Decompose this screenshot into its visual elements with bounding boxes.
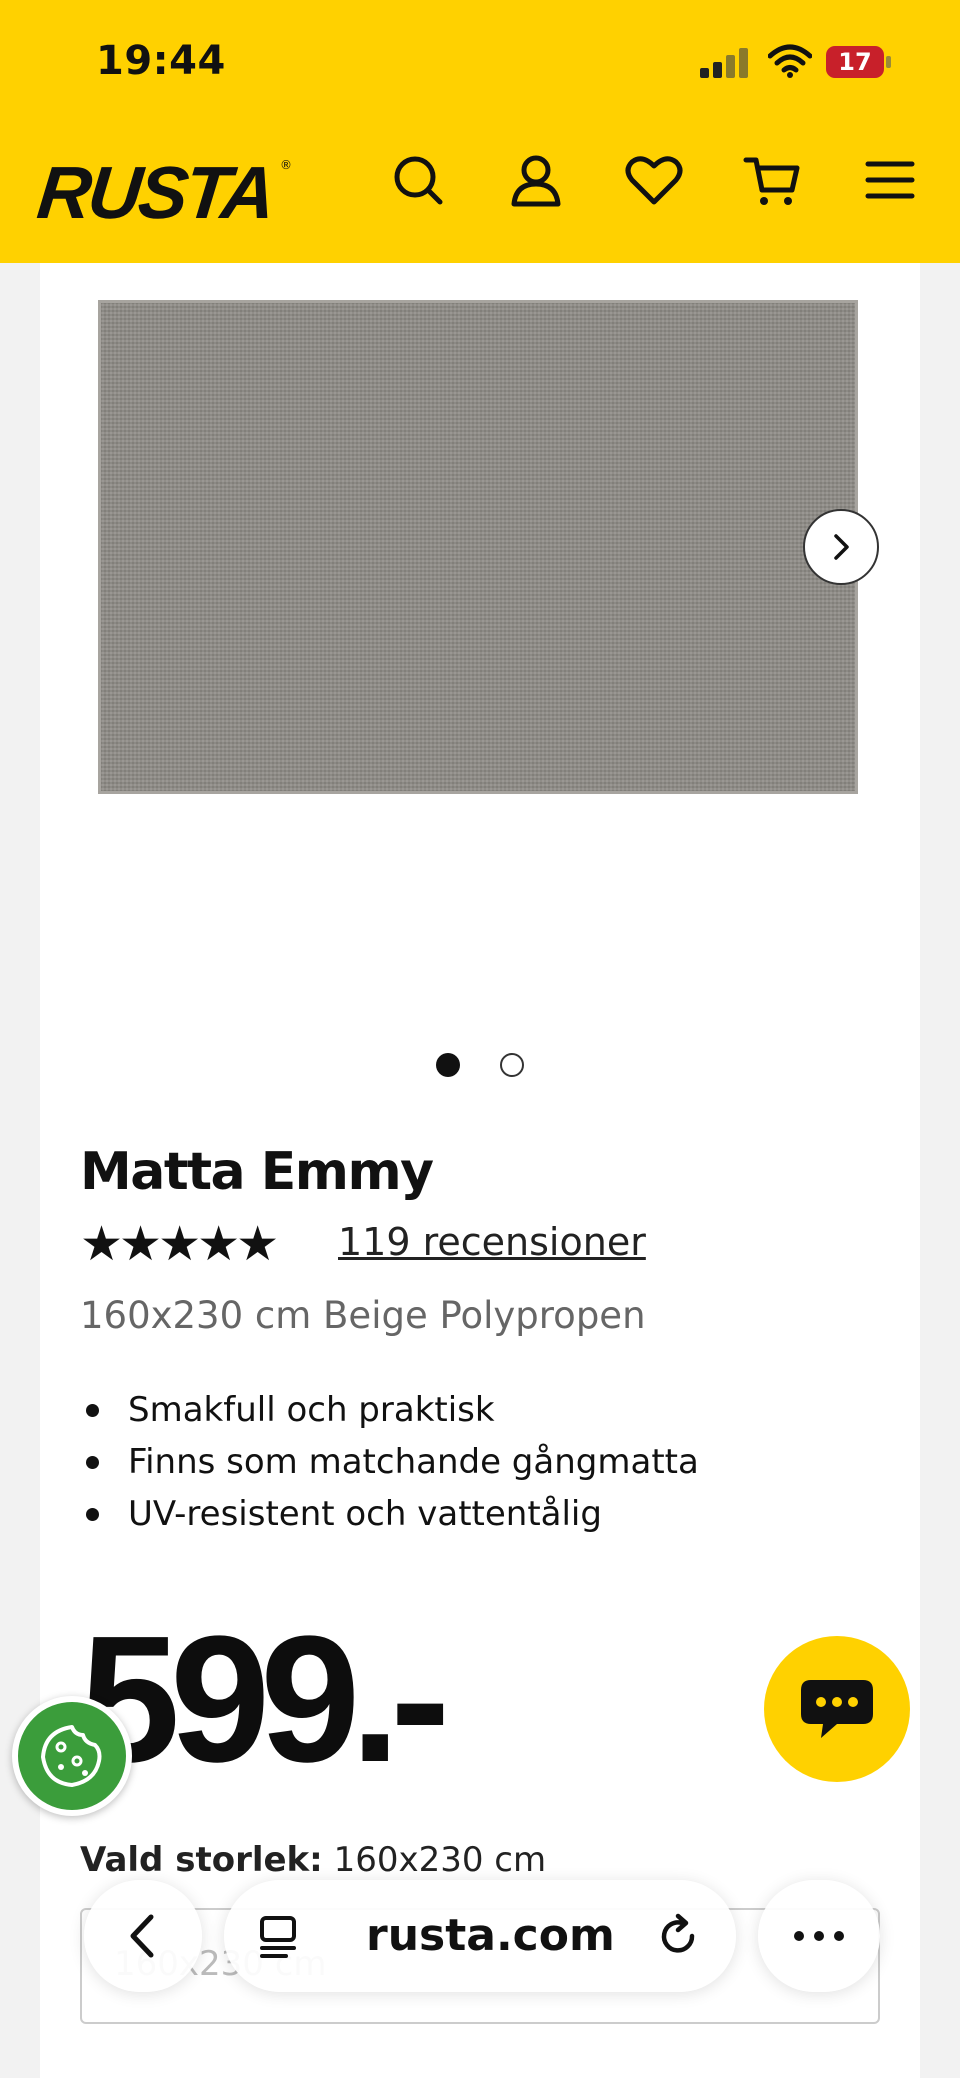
selected-size-value: 160x230 cm [333,1840,547,1880]
browser-more-button[interactable] [758,1880,880,1992]
rusta-logo[interactable]: RUSTA [34,150,277,235]
selected-size-label: Vald storlek: [80,1840,323,1880]
reviews-link[interactable]: 119 recensioner [338,1220,646,1264]
chat-icon [801,1680,873,1738]
tabs-icon[interactable] [254,1912,302,1960]
carousel-next-button[interactable] [803,509,879,585]
carousel-dot-1[interactable] [436,1053,460,1077]
chat-button[interactable] [764,1636,910,1782]
feature-list: Smakfull och praktisk Finns som matchand… [80,1384,699,1540]
top-header: 19:44 17 RUSTA ® [0,0,960,263]
reload-icon[interactable] [654,1912,702,1960]
carousel-dot-2[interactable] [500,1053,524,1077]
chevron-right-icon [834,534,849,560]
more-icon [794,1931,844,1941]
status-time: 19:44 [96,38,226,84]
product-subtitle: 160x230 cm Beige Polypropen [80,1294,646,1337]
cookie-settings-button[interactable] [12,1696,132,1816]
logo-registered-mark: ® [280,158,292,172]
selected-size: Vald storlek: 160x230 cm [80,1840,546,1880]
battery-level: 17 [838,48,872,76]
url-text: rusta.com [366,1910,615,1961]
feature-item: Finns som matchande gångmatta [80,1436,699,1488]
cart-icon[interactable] [742,150,802,210]
account-icon[interactable] [506,150,566,210]
heart-icon[interactable] [624,150,684,210]
rating-stars: ★★★★★ [80,1216,279,1272]
signal-icon [700,48,754,78]
menu-icon[interactable] [860,150,920,210]
product-price: 599.- [80,1599,450,1800]
browser-back-button[interactable] [84,1880,202,1992]
cookie-icon [41,1725,102,1787]
battery-icon: 17 [826,46,892,80]
product-title: Matta Emmy [80,1142,434,1202]
feature-item: UV-resistent och vattentålig [80,1488,699,1540]
feature-item: Smakfull och praktisk [80,1384,699,1436]
product-image[interactable] [98,300,858,794]
chevron-left-icon [130,1914,154,1958]
browser-address-bar[interactable]: rusta.com [224,1880,736,1992]
wifi-icon [767,44,813,78]
search-icon[interactable] [388,150,448,210]
